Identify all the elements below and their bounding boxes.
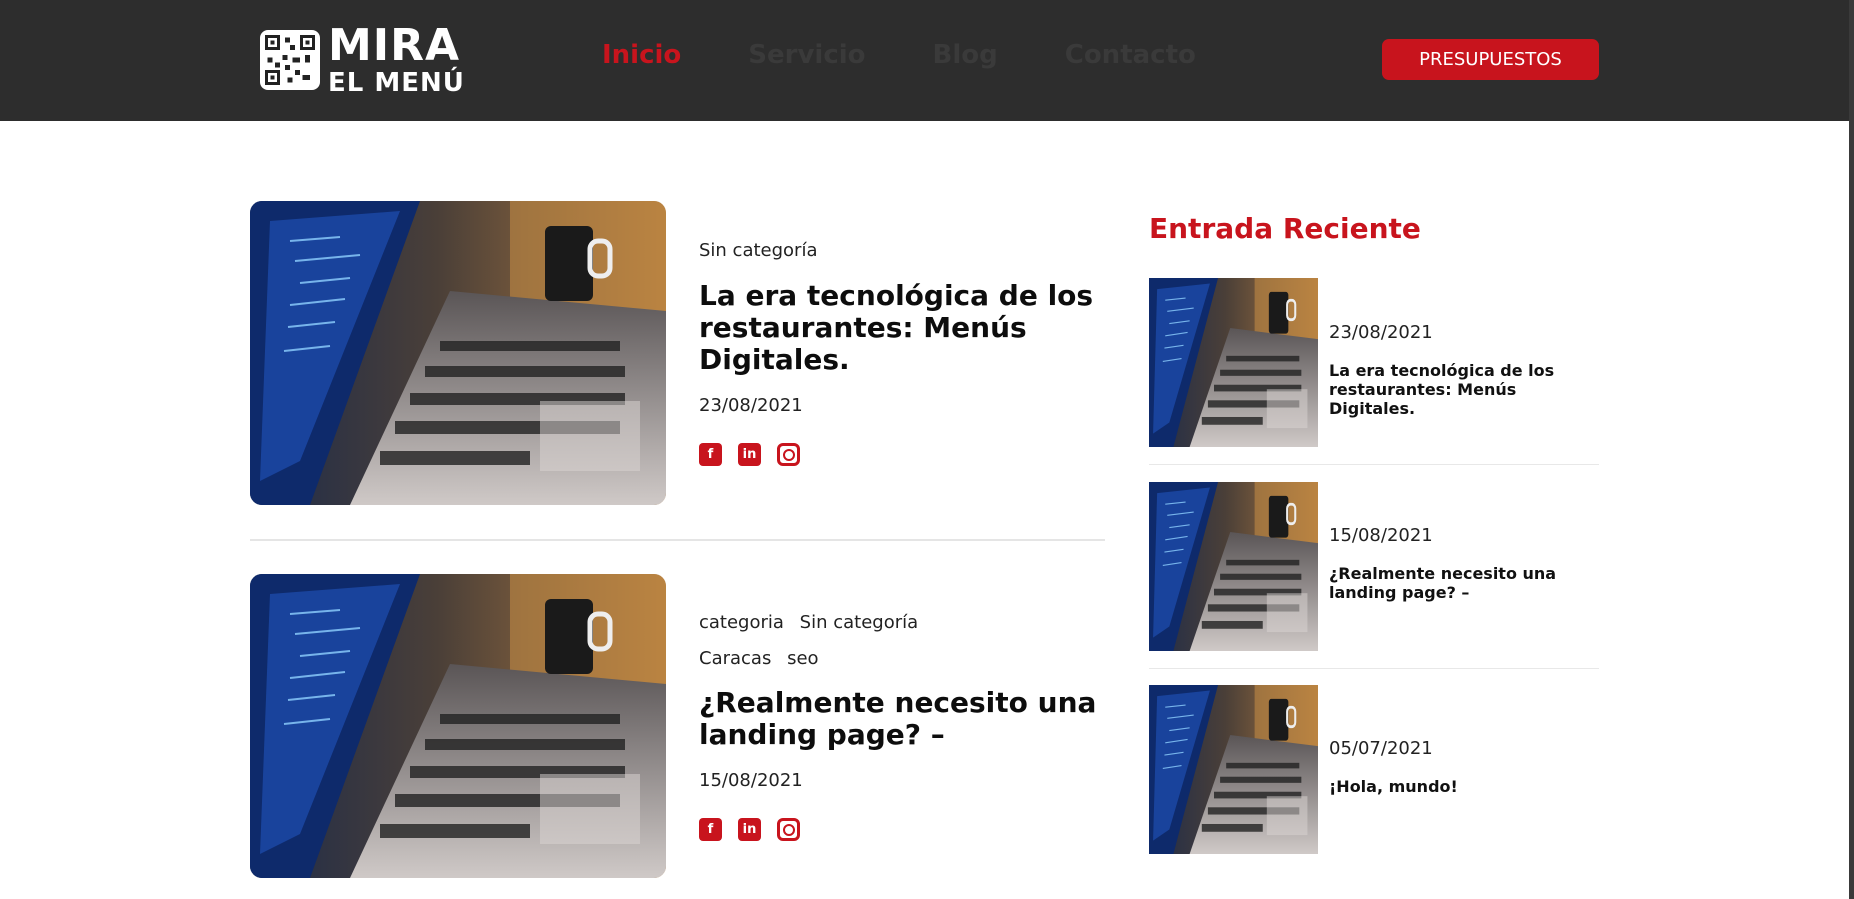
sidebar-title: Entrada Reciente xyxy=(1149,212,1421,245)
linkedin-icon[interactable]: in xyxy=(738,818,761,841)
qr-code-icon xyxy=(260,29,320,90)
sidebar-divider xyxy=(1149,464,1599,465)
recent-post-title[interactable]: ¿Realmente necesito una landing page? – xyxy=(1329,564,1569,602)
nav-servicio[interactable]: Servicio xyxy=(748,40,865,70)
linkedin-icon[interactable]: in xyxy=(738,443,761,466)
main-nav: Inicio Servicio Blog Contacto xyxy=(602,40,1263,70)
nav-contacto[interactable]: Contacto xyxy=(1065,40,1196,70)
instagram-icon[interactable] xyxy=(777,818,800,841)
recent-post-thumbnail[interactable] xyxy=(1149,482,1318,651)
recent-post-date: 15/08/2021 xyxy=(1329,525,1433,546)
post-tags: Caracas seo xyxy=(699,648,829,669)
recent-post-thumbnail[interactable] xyxy=(1149,278,1318,447)
recent-post-date: 23/08/2021 xyxy=(1329,322,1433,343)
post-date: 15/08/2021 xyxy=(699,770,803,791)
post-title[interactable]: ¿Realmente necesito una landing page? – xyxy=(699,687,1099,751)
instagram-icon[interactable] xyxy=(777,443,800,466)
post-title[interactable]: La era tecnológica de los restaurantes: … xyxy=(699,280,1099,376)
tag-link[interactable]: Caracas xyxy=(699,648,771,669)
laptop-photo xyxy=(1149,278,1318,447)
recent-post-title[interactable]: La era tecnológica de los restaurantes: … xyxy=(1329,361,1569,418)
recent-post-date: 05/07/2021 xyxy=(1329,738,1433,759)
logo-text: MIRA EL MENÚ xyxy=(328,19,465,98)
post-categories: categoria Sin categoría xyxy=(699,612,928,633)
post-image[interactable] xyxy=(250,574,666,878)
scrollbar[interactable] xyxy=(1849,0,1854,899)
post-divider xyxy=(250,539,1105,541)
tag-link[interactable]: seo xyxy=(787,648,818,669)
recent-post-title[interactable]: ¡Hola, mundo! xyxy=(1329,777,1569,796)
post-date: 23/08/2021 xyxy=(699,395,803,416)
post-image[interactable] xyxy=(250,201,666,505)
laptop-photo xyxy=(1149,482,1318,651)
category-link[interactable]: categoria xyxy=(699,612,784,633)
site-header: MIRA EL MENÚ Inicio Servicio Blog Contac… xyxy=(0,0,1854,121)
laptop-photo xyxy=(250,201,666,505)
social-share: f in xyxy=(699,443,800,466)
laptop-photo xyxy=(250,574,666,878)
laptop-photo xyxy=(1149,685,1318,854)
logo-line-1: MIRA xyxy=(328,19,461,71)
category-link[interactable]: Sin categoría xyxy=(699,240,818,261)
sidebar-divider xyxy=(1149,668,1599,669)
nav-blog[interactable]: Blog xyxy=(933,40,998,70)
site-logo[interactable]: MIRA EL MENÚ xyxy=(260,23,465,96)
category-link[interactable]: Sin categoría xyxy=(800,612,919,633)
page: MIRA EL MENÚ Inicio Servicio Blog Contac… xyxy=(0,0,1854,899)
recent-post-thumbnail[interactable] xyxy=(1149,685,1318,854)
presupuestos-button[interactable]: PRESUPUESTOS xyxy=(1382,39,1599,80)
logo-line-2: EL MENÚ xyxy=(328,67,465,98)
nav-inicio[interactable]: Inicio xyxy=(602,40,681,70)
post-categories: Sin categoría xyxy=(699,240,828,261)
facebook-icon[interactable]: f xyxy=(699,443,722,466)
social-share: f in xyxy=(699,818,800,841)
facebook-icon[interactable]: f xyxy=(699,818,722,841)
